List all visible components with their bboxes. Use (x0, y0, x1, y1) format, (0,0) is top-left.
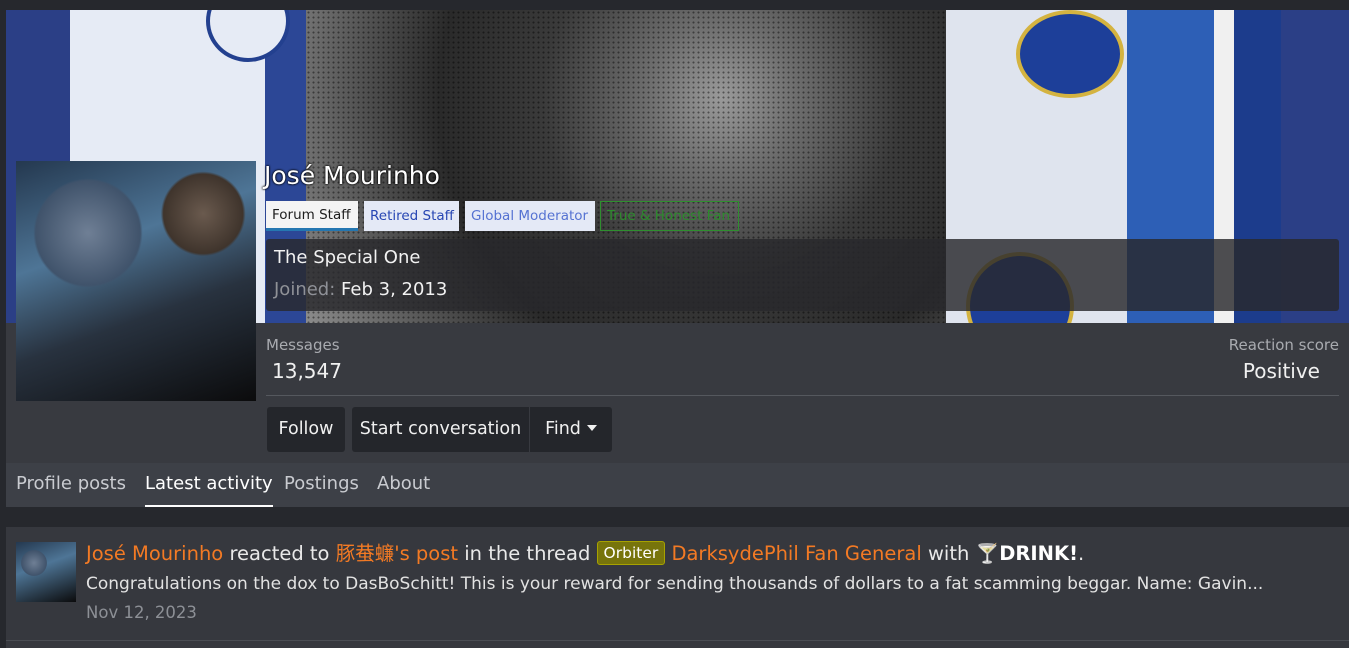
joined-date: Feb 3, 2013 (341, 279, 448, 300)
banner-true-honest-fan: True & Honest Fan (600, 201, 739, 231)
tab-postings[interactable]: Postings (284, 463, 359, 507)
follow-button[interactable]: Follow (267, 407, 345, 452)
activity-text-with: with (927, 542, 970, 565)
profile-tabs: Profile posts Latest activity Postings A… (6, 463, 1349, 507)
activity-thread-link[interactable]: DarksydePhil Fan General (671, 542, 921, 565)
start-conversation-button[interactable]: Start conversation (352, 407, 529, 452)
reaction-score-value: Positive (1242, 359, 1320, 383)
find-button-label: Find (545, 419, 581, 439)
activity-headline: José Mourinho reacted to 豚蛬蠊's post in t… (86, 539, 1084, 569)
activity-text-reacted: reacted to (229, 542, 330, 565)
activity-item: José Mourinho reacted to 豚蛬蠊's post in t… (6, 527, 1349, 648)
joined-row: Joined: Feb 3, 2013 (274, 279, 447, 300)
activity-user-link[interactable]: José Mourinho (86, 542, 223, 565)
user-title: The Special One (274, 247, 421, 268)
profile-username: José Mourinho (264, 161, 440, 190)
activity-period: . (1078, 542, 1085, 565)
thread-prefix-badge[interactable]: Orbiter (596, 541, 666, 565)
reaction-score-label: Reaction score (1228, 336, 1339, 354)
cocktail-icon: 🍸 (975, 543, 1000, 565)
activity-text-thread: in the thread (464, 542, 591, 565)
profile-info-box: The Special One Joined: Feb 3, 2013 (266, 239, 1339, 311)
messages-count[interactable]: 13,547 (272, 359, 342, 383)
stats-divider (266, 395, 1339, 396)
tab-about[interactable]: About (377, 463, 430, 507)
banner-crest-top (1016, 10, 1124, 98)
reaction-name: DRINK! (999, 542, 1078, 565)
banner-retired-staff: Retired Staff (364, 201, 459, 231)
profile-avatar[interactable] (16, 161, 256, 401)
tab-profile-posts[interactable]: Profile posts (16, 463, 126, 507)
activity-snippet: Congratulations on the dox to DasBoSchit… (86, 574, 1264, 594)
find-menu-button[interactable]: Find (530, 407, 612, 452)
activity-divider (6, 640, 1349, 641)
joined-label: Joined: (274, 279, 336, 300)
banner-global-moderator: Global Moderator (465, 201, 595, 231)
banner-forum-staff: Forum Staff (266, 201, 358, 231)
chevron-down-icon (586, 425, 597, 431)
messages-label: Messages (266, 336, 340, 354)
tab-latest-activity[interactable]: Latest activity (145, 463, 273, 507)
activity-post-link[interactable]: 豚蛬蠊's post (336, 542, 458, 565)
activity-date[interactable]: Nov 12, 2023 (86, 602, 197, 624)
activity-avatar[interactable] (16, 542, 76, 602)
